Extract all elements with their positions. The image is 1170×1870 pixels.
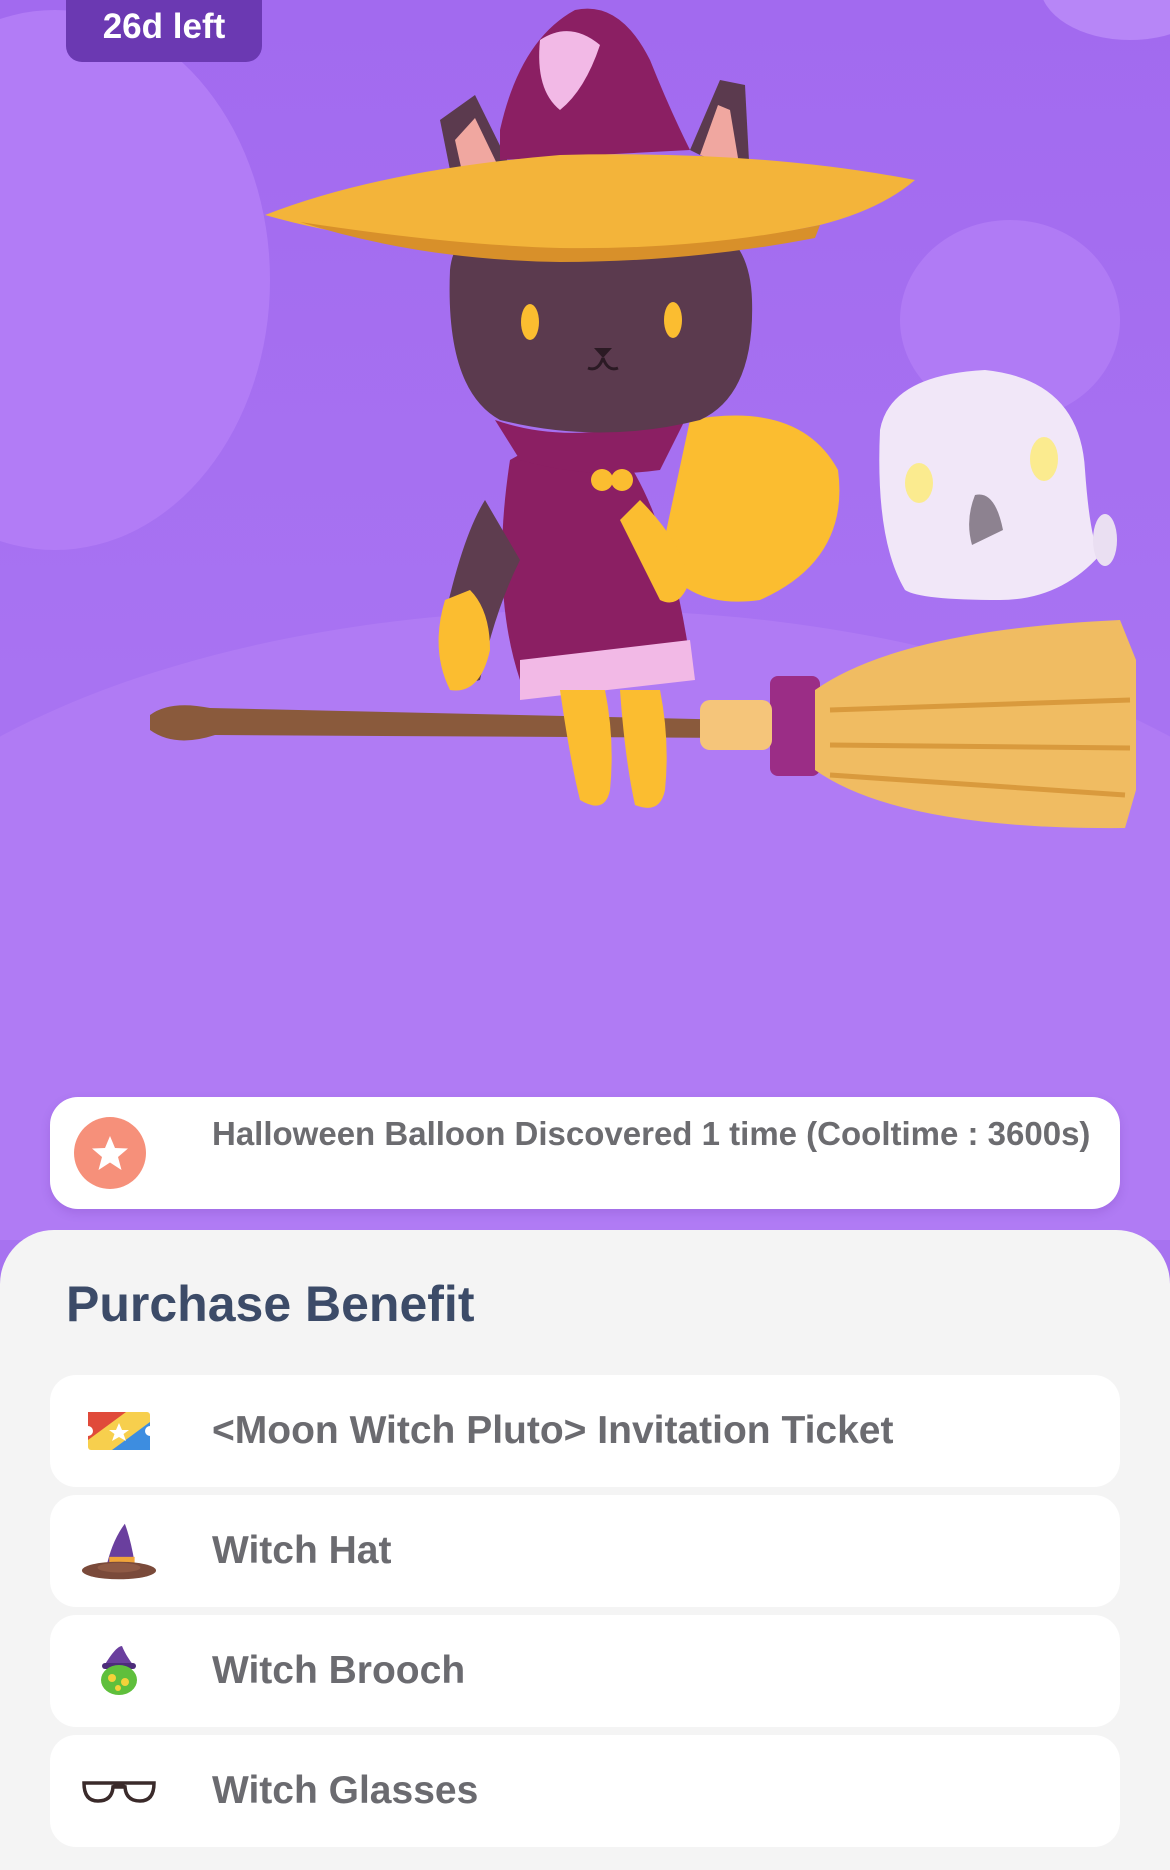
benefit-item-witch-hat[interactable]: Witch Hat — [50, 1495, 1120, 1607]
purchase-benefit-title: Purchase Benefit — [66, 1276, 475, 1332]
event-description: Halloween Balloon Discovered 1 time (Coo… — [212, 1115, 1091, 1152]
witch-cat-character-illustration — [150, 8, 1136, 829]
star-icon — [74, 1117, 146, 1189]
benefit-item-invitation-ticket[interactable]: <Moon Witch Pluto> Invitation Ticket — [50, 1375, 1120, 1487]
benefit-item-label: <Moon Witch Pluto> Invitation Ticket — [212, 1409, 894, 1452]
benefit-item-label: Witch Hat — [212, 1529, 392, 1572]
glasses-icon — [80, 1753, 158, 1829]
hero-banner: 26d left — [0, 0, 1170, 1240]
benefit-item-witch-brooch[interactable]: Witch Brooch — [50, 1615, 1120, 1727]
benefit-item-label: Witch Glasses — [212, 1769, 479, 1812]
benefit-item-witch-glasses[interactable]: Witch Glasses — [50, 1735, 1120, 1847]
ticket-icon — [80, 1393, 158, 1469]
time-remaining-badge: 26d left — [66, 0, 262, 62]
event-info-bar: Halloween Balloon Discovered 1 time (Coo… — [50, 1097, 1120, 1209]
witch-brooch-icon — [80, 1633, 158, 1709]
benefit-item-label: Witch Brooch — [212, 1649, 466, 1692]
purchase-benefit-panel: Purchase Benefit <Moon Witch Pluto> Invi… — [0, 1230, 1170, 1870]
witch-hat-icon — [80, 1513, 158, 1589]
